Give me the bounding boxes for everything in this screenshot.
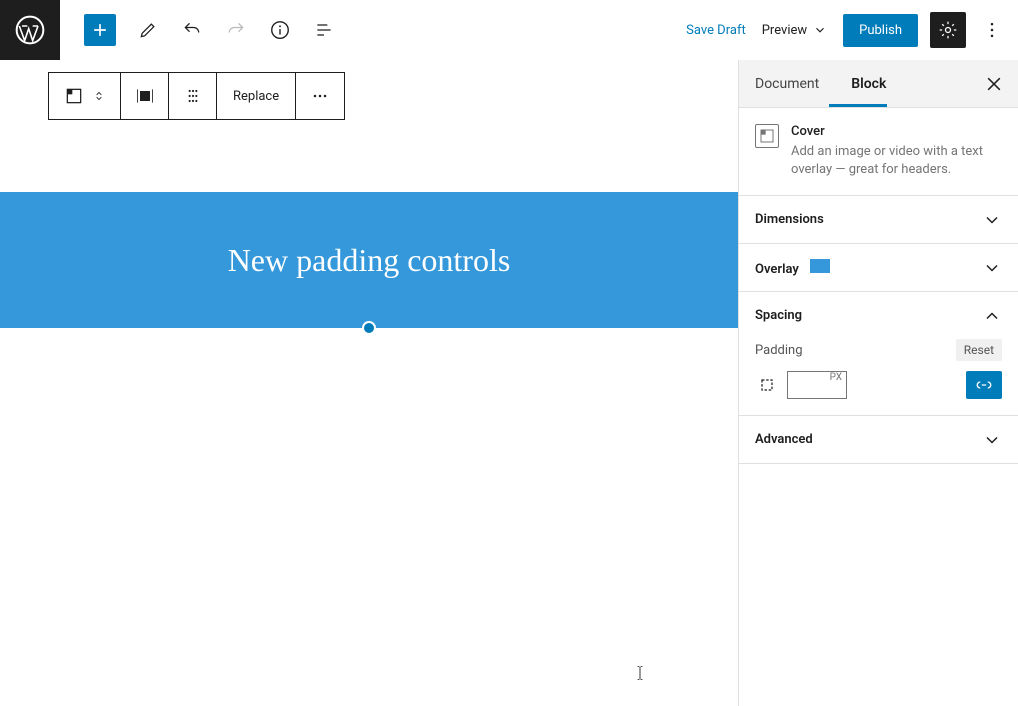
panel-overlay: Overlay: [739, 244, 1018, 292]
cover-icon: [64, 86, 84, 106]
panel-advanced-header[interactable]: Advanced: [739, 416, 1018, 463]
sidebar-tabs: Document Block: [739, 60, 1018, 108]
preview-button[interactable]: Preview: [762, 23, 827, 38]
padding-label: Padding: [755, 343, 803, 358]
move-icon: [183, 86, 203, 106]
block-type-select[interactable]: [49, 73, 121, 119]
panel-dimensions-header[interactable]: Dimensions: [739, 196, 1018, 243]
more-menu-button[interactable]: [974, 12, 1010, 48]
info-button[interactable]: [268, 18, 292, 42]
tab-underline: [829, 104, 887, 107]
panel-advanced: Advanced: [739, 416, 1018, 464]
settings-button[interactable]: [930, 12, 966, 48]
link-icon: [975, 376, 993, 394]
editor-top-bar: Save Draft Preview Publish: [0, 0, 1018, 60]
edit-mode-button[interactable]: [136, 18, 160, 42]
overlay-color-swatch: [810, 259, 830, 273]
panel-title: Dimensions: [755, 212, 824, 227]
replace-button[interactable]: Replace: [217, 73, 296, 119]
panel-overlay-header[interactable]: Overlay: [739, 244, 1018, 291]
tab-document[interactable]: Document: [739, 60, 835, 108]
list-icon: [314, 20, 334, 40]
box-icon: [757, 375, 777, 395]
panel-spacing-header[interactable]: Spacing: [739, 292, 1018, 339]
cover-icon: [759, 128, 775, 144]
panel-title: Advanced: [755, 432, 813, 447]
plus-icon: [90, 20, 110, 40]
more-horizontal-icon: [310, 86, 330, 106]
panel-dimensions: Dimensions: [739, 196, 1018, 244]
cover-block-icon: [755, 124, 779, 148]
panel-spacing: Spacing Padding Reset PX: [739, 292, 1018, 416]
redo-button[interactable]: [224, 18, 248, 42]
info-icon: [269, 19, 291, 41]
preview-label: Preview: [762, 23, 807, 38]
panel-title: Overlay: [755, 262, 799, 277]
chevrons-icon: [92, 86, 106, 106]
save-draft-button[interactable]: Save Draft: [686, 23, 746, 38]
publish-button[interactable]: Publish: [843, 14, 918, 47]
padding-input[interactable]: PX: [787, 371, 847, 399]
chevron-down-icon: [982, 430, 1002, 450]
link-sides-button[interactable]: [966, 371, 1002, 399]
resize-handle[interactable]: [362, 321, 376, 335]
box-sides-button[interactable]: [755, 373, 779, 397]
add-block-button[interactable]: [84, 14, 116, 46]
align-button[interactable]: [121, 73, 169, 119]
undo-icon: [182, 20, 202, 40]
tab-block[interactable]: Block: [835, 60, 902, 108]
align-full-icon: [135, 86, 155, 106]
close-icon: [984, 74, 1004, 94]
block-info: Cover Add an image or video with a text …: [739, 108, 1018, 196]
chevron-down-icon: [982, 258, 1002, 278]
redo-icon: [226, 20, 246, 40]
panel-title: Spacing: [755, 308, 802, 323]
more-vertical-icon: [982, 20, 1002, 40]
wordpress-logo[interactable]: [0, 0, 60, 60]
chevron-down-icon: [813, 23, 827, 37]
chevron-down-icon: [982, 210, 1002, 230]
editor-canvas[interactable]: Replace New padding controls: [0, 60, 738, 706]
text-cursor-icon: [636, 665, 644, 681]
close-sidebar-button[interactable]: [978, 68, 1010, 100]
block-toolbar: Replace: [48, 72, 345, 120]
move-button[interactable]: [169, 73, 217, 119]
block-name: Cover: [791, 124, 1002, 139]
undo-button[interactable]: [180, 18, 204, 42]
chevron-up-icon: [982, 306, 1002, 326]
block-more-button[interactable]: [296, 73, 344, 119]
pencil-icon: [138, 20, 158, 40]
wordpress-icon: [14, 14, 46, 46]
gear-icon: [938, 20, 958, 40]
settings-sidebar: Document Block Cover Add an image or vid…: [738, 60, 1018, 706]
cover-title[interactable]: New padding controls: [228, 242, 511, 279]
reset-button[interactable]: Reset: [956, 339, 1002, 361]
outline-button[interactable]: [312, 18, 336, 42]
cover-block[interactable]: New padding controls: [0, 192, 738, 328]
block-description: Add an image or video with a text overla…: [791, 143, 1002, 179]
